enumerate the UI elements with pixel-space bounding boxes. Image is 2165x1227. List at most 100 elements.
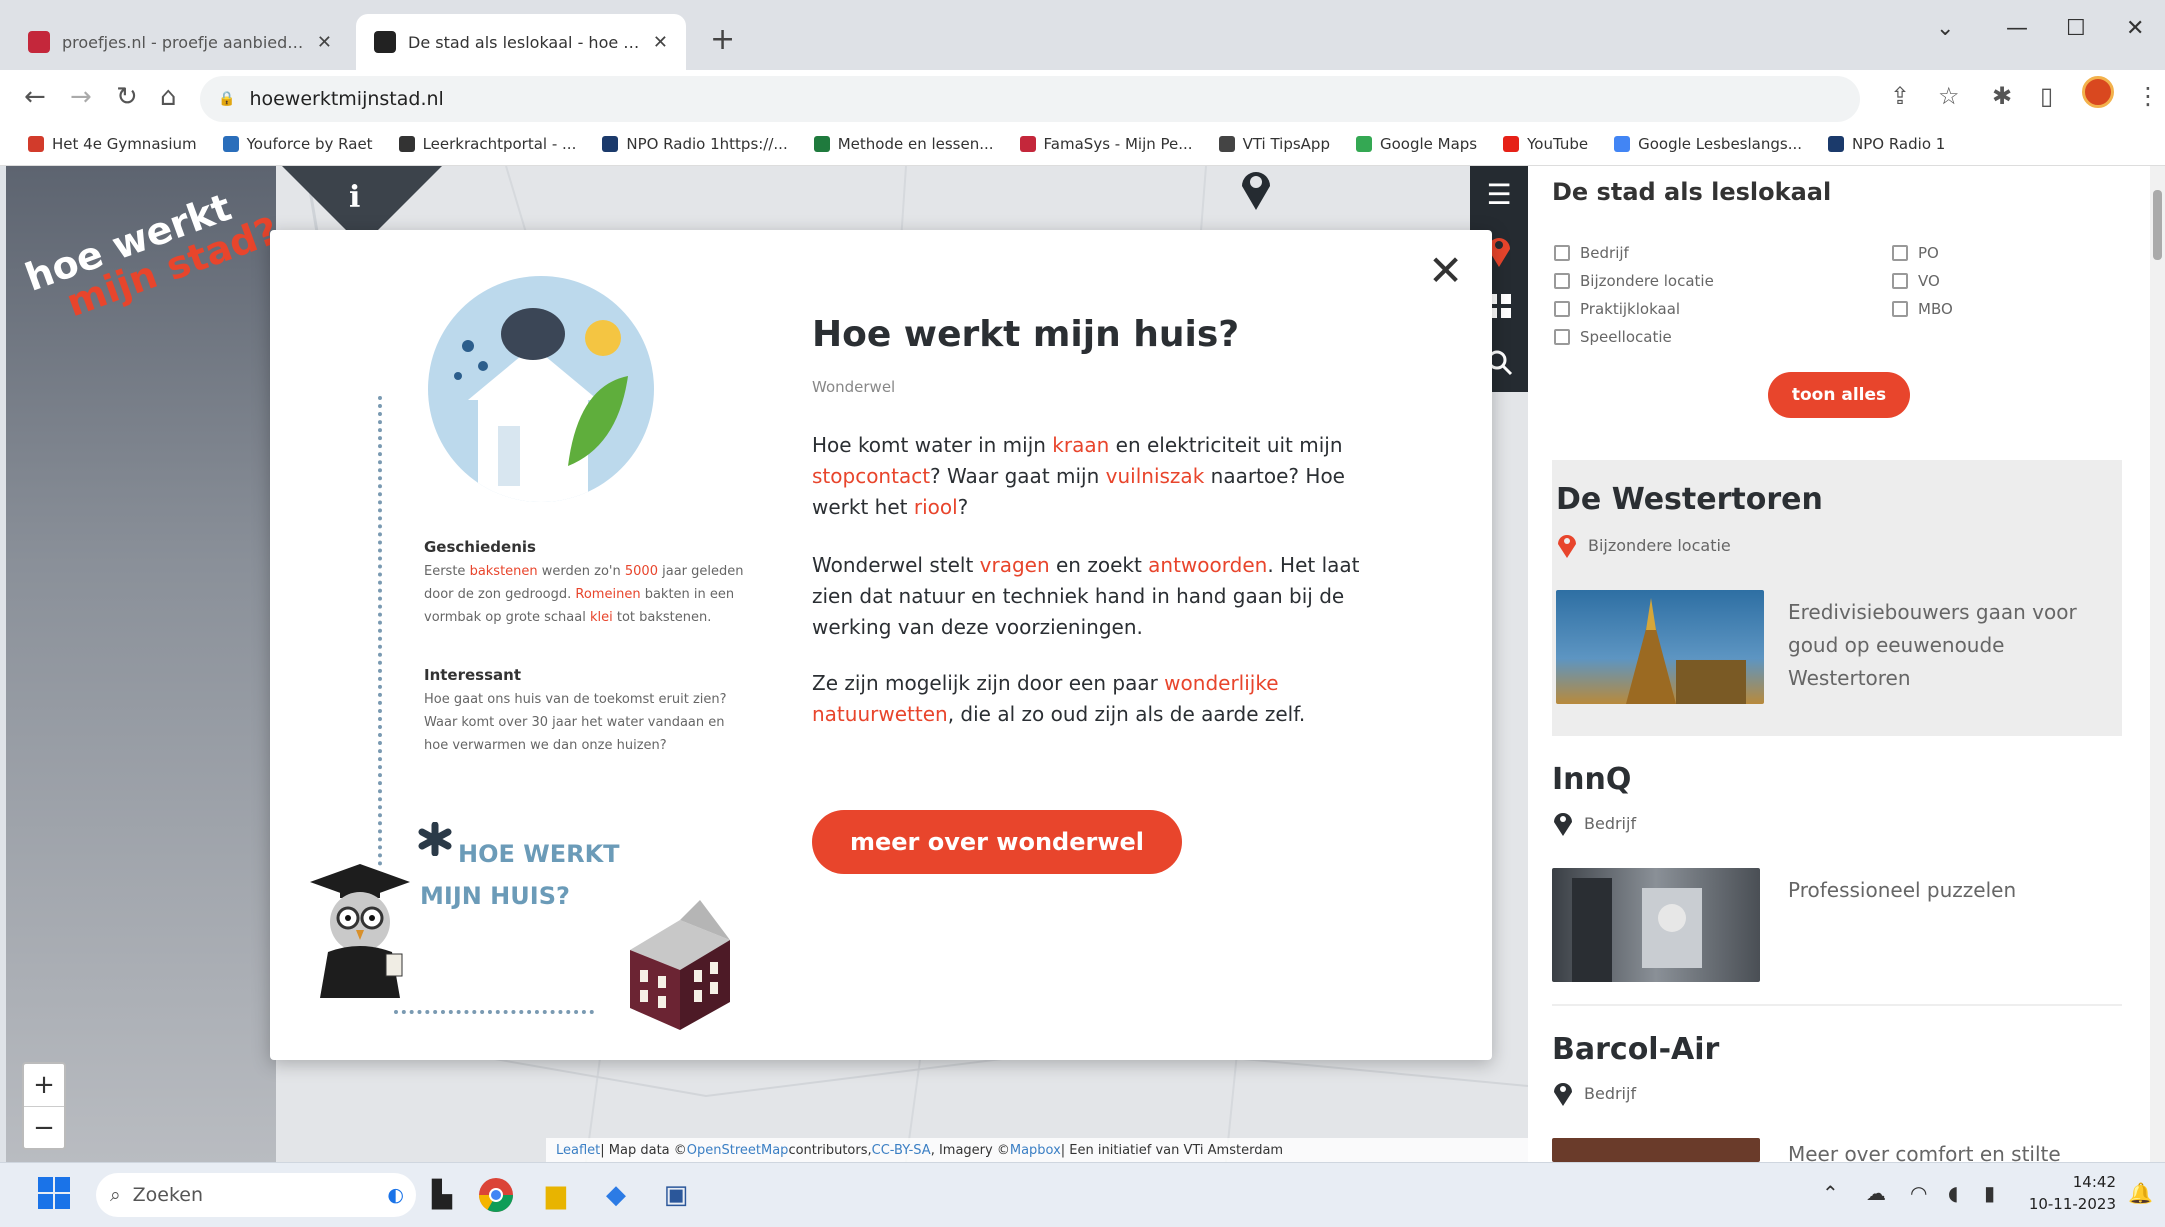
windows-start-icon[interactable] xyxy=(36,1175,72,1211)
checkbox[interactable] xyxy=(1892,245,1908,261)
battery-icon[interactable]: ▮ xyxy=(1984,1181,1995,1205)
checkbox[interactable] xyxy=(1554,245,1570,261)
window-close-icon[interactable]: ✕ xyxy=(2126,16,2144,41)
maximize-icon[interactable]: ☐ xyxy=(2066,16,2086,41)
checkbox[interactable] xyxy=(1554,301,1570,317)
filter-mbo[interactable]: MBO xyxy=(1892,300,1953,318)
location-card[interactable]: InnQ Bedrijf Professioneel puzzelen xyxy=(1552,756,2122,986)
tray-chevron-icon[interactable]: ⌃ xyxy=(1822,1181,1839,1205)
new-tab-button[interactable]: + xyxy=(710,22,735,57)
location-card[interactable]: De Westertoren Bijzondere locatie Erediv… xyxy=(1552,460,2122,736)
link-stopcontact[interactable]: stopcontact xyxy=(812,464,930,488)
checkbox[interactable] xyxy=(1554,329,1570,345)
taskbar-search-placeholder: Zoeken xyxy=(132,1184,204,1206)
mapbox-link[interactable]: Mapbox xyxy=(1010,1143,1061,1158)
bookmark-item[interactable]: Het 4e Gymnasium xyxy=(28,135,197,153)
file-explorer-icon[interactable]: ▆ xyxy=(534,1173,578,1217)
checkbox[interactable] xyxy=(1554,273,1570,289)
link-riool[interactable]: riool xyxy=(914,495,958,519)
modal-subtitle: Wonderwel xyxy=(812,378,896,396)
onedrive-icon[interactable]: ☁ xyxy=(1866,1181,1886,1205)
link-vuilniszak[interactable]: vuilniszak xyxy=(1106,464,1205,488)
bookmark-item[interactable]: Leerkrachtportal - ... xyxy=(398,135,576,153)
teams-icon[interactable]: ◆ xyxy=(594,1173,638,1217)
tab-close-icon[interactable]: ✕ xyxy=(653,32,668,53)
menu-kebab-icon[interactable]: ⋮ xyxy=(2136,82,2160,110)
system-clock[interactable]: 14:42 10-11-2023 xyxy=(2016,1171,2116,1215)
share-icon[interactable]: ⇪ xyxy=(1890,82,1910,110)
zoom-in-button[interactable]: + xyxy=(24,1064,64,1106)
panel-scrollbar[interactable] xyxy=(2150,166,2165,1162)
attribution-text: | Map data © xyxy=(600,1142,687,1158)
bookmark-label: FamaSys - Mijn Pe... xyxy=(1043,134,1193,153)
chrome-icon[interactable] xyxy=(474,1173,518,1217)
volume-icon[interactable]: ◖ xyxy=(1948,1181,1959,1205)
bookmark-item[interactable]: Methode en lessen... xyxy=(813,135,994,153)
panel-title: De stad als leslokaal xyxy=(1552,178,1832,206)
task-view-icon[interactable]: ▙ xyxy=(420,1173,464,1217)
location-pin-icon xyxy=(1558,535,1576,558)
bookmark-item[interactable]: Google Lesbeslangs... xyxy=(1614,135,1802,153)
location-card[interactable]: Barcol-Air Bedrijf Meer over comfort en … xyxy=(1552,1026,2122,1162)
location-category: Bedrijf xyxy=(1552,1080,1636,1106)
tab-search-chevron-icon[interactable]: ⌄ xyxy=(1936,16,1954,41)
leaflet-link[interactable]: Leaflet xyxy=(556,1143,600,1158)
filter-speellocatie[interactable]: Speellocatie xyxy=(1554,328,1714,346)
filter-bedrijf[interactable]: Bedrijf xyxy=(1554,244,1714,262)
map-marker-icon[interactable] xyxy=(1234,166,1278,210)
location-title[interactable]: Barcol-Air xyxy=(1552,1032,1719,1067)
bookmark-item[interactable]: FamaSys - Mijn Pe... xyxy=(1019,134,1193,153)
location-description: Meer over comfort en stilte xyxy=(1788,1142,2061,1162)
side-panel-icon[interactable]: ▯ xyxy=(2040,82,2053,110)
wifi-icon[interactable]: ◠ xyxy=(1910,1181,1927,1205)
word-icon[interactable]: ▣ xyxy=(654,1173,698,1217)
forward-icon[interactable]: → xyxy=(70,82,92,112)
location-title[interactable]: De Westertoren xyxy=(1556,482,1823,517)
notifications-bell-icon[interactable]: 🔔 xyxy=(2128,1181,2153,1205)
tab-close-icon[interactable]: ✕ xyxy=(317,32,332,53)
bookmark-star-icon[interactable]: ☆ xyxy=(1938,82,1960,110)
bookmark-label: Google Lesbeslangs... xyxy=(1638,134,1802,153)
filter-po[interactable]: PO xyxy=(1892,244,1953,262)
reload-icon[interactable]: ↻ xyxy=(116,82,138,112)
show-all-button[interactable]: toon alles xyxy=(1768,372,1910,418)
tab-hoewerktmijnstad[interactable]: De stad als leslokaal - hoe werkt mijn s… xyxy=(356,14,686,70)
bookmark-item[interactable]: YouTube xyxy=(1503,135,1588,153)
info-icon[interactable]: i xyxy=(349,180,360,215)
map[interactable]: hoe werkt mijn stad? i ☰ + − Leaflet | M… xyxy=(6,166,1528,1162)
checkbox[interactable] xyxy=(1892,273,1908,289)
location-pin-icon xyxy=(1554,813,1572,836)
minimize-icon[interactable]: — xyxy=(2006,16,2028,41)
bookmark-item[interactable]: NPO Radio 1https://... xyxy=(602,135,788,153)
extensions-icon[interactable]: ✱ xyxy=(1992,82,2012,110)
ccbysa-link[interactable]: CC-BY-SA xyxy=(872,1143,931,1158)
address-bar[interactable]: 🔒 hoewerktmijnstad.nl xyxy=(200,76,1860,122)
tab-proefjes[interactable]: proefjes.nl - proefje aanbieden ✕ xyxy=(10,14,350,70)
profile-avatar[interactable] xyxy=(2082,76,2114,108)
modal-close-icon[interactable]: ✕ xyxy=(1428,250,1463,292)
location-image[interactable] xyxy=(1556,590,1764,704)
hamburger-menu-icon[interactable]: ☰ xyxy=(1470,166,1528,222)
bookmark-item[interactable]: Google Maps xyxy=(1355,135,1477,153)
location-image[interactable] xyxy=(1552,1138,1760,1162)
location-image[interactable] xyxy=(1552,868,1760,982)
bookmark-item[interactable]: VTi TipsApp xyxy=(1218,135,1330,153)
link-antwoorden[interactable]: antwoorden xyxy=(1148,553,1267,577)
back-icon[interactable]: ← xyxy=(24,82,46,112)
location-panel: De stad als leslokaal Bedrijf Bijzondere… xyxy=(1528,166,2165,1162)
home-icon[interactable]: ⌂ xyxy=(160,82,177,112)
filter-bijzondere-locatie[interactable]: Bijzondere locatie xyxy=(1554,272,1714,290)
location-title[interactable]: InnQ xyxy=(1552,762,1631,797)
more-wonderwel-button[interactable]: meer over wonderwel xyxy=(812,810,1182,874)
checkbox[interactable] xyxy=(1892,301,1908,317)
link-vragen[interactable]: vragen xyxy=(980,553,1050,577)
zoom-out-button[interactable]: − xyxy=(24,1106,64,1148)
bookmark-item[interactable]: NPO Radio 1 xyxy=(1828,135,1945,153)
filter-vo[interactable]: VO xyxy=(1892,272,1953,290)
bookmark-item[interactable]: Youforce by Raet xyxy=(222,135,373,153)
taskbar-search[interactable]: ⌕ Zoeken ◐ xyxy=(96,1173,416,1217)
link-kraan[interactable]: kraan xyxy=(1052,433,1109,457)
panel-scrollbar-thumb[interactable] xyxy=(2153,190,2162,260)
filter-praktijklokaal[interactable]: Praktijklokaal xyxy=(1554,300,1714,318)
osm-link[interactable]: OpenStreetMap xyxy=(687,1143,789,1158)
